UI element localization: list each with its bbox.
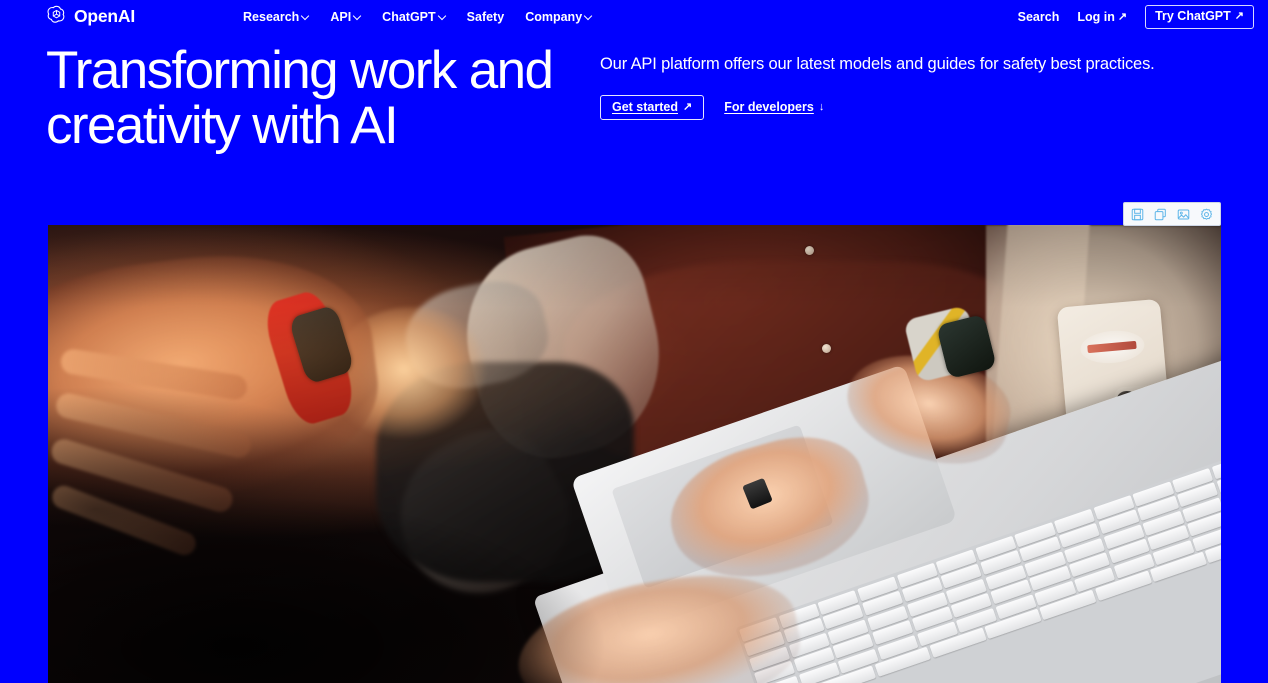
brand-logo-link[interactable]: OpenAI xyxy=(46,4,135,30)
settings-icon-button[interactable] xyxy=(1195,204,1218,224)
image-icon xyxy=(1177,208,1190,221)
hero-title-line-2: creativity with AI xyxy=(46,95,399,155)
hero-image xyxy=(48,225,1221,683)
get-started-button[interactable]: Get started ↗ xyxy=(600,94,705,121)
hero-title-line-1: Transforming work and xyxy=(46,41,554,100)
save-icon xyxy=(1131,208,1144,221)
nav-item-label: ChatGPT xyxy=(382,9,436,24)
page-title: Transforming work and creativity with AI xyxy=(46,41,600,155)
primary-nav-links: Research API ChatGPT Safety Company xyxy=(243,11,592,24)
nav-item-research[interactable]: Research xyxy=(243,11,309,24)
arrow-up-right-icon: ↗ xyxy=(1234,10,1244,22)
nav-item-label: Company xyxy=(525,9,583,24)
chevron-down-icon xyxy=(302,13,309,20)
for-developers-label: For developers xyxy=(724,100,814,115)
image-toolbar xyxy=(1123,202,1221,226)
hero-subtitle: Our API platform offers our latest model… xyxy=(600,55,1155,73)
brand-name: OpenAI xyxy=(74,6,136,27)
main-navigation: OpenAI Research API ChatGPT Safety Compa… xyxy=(0,0,1268,34)
arrow-up-right-icon: ↗ xyxy=(683,100,693,113)
utility-nav: Search Log in ↗ Try ChatGPT ↗ xyxy=(1018,5,1254,29)
get-started-label: Get started xyxy=(612,99,678,114)
chevron-down-icon xyxy=(585,13,592,20)
search-label: Search xyxy=(1017,9,1060,24)
hero-copy-block: Our API platform offers our latest model… xyxy=(600,44,1200,204)
nav-item-company[interactable]: Company xyxy=(525,11,592,24)
chevron-down-icon xyxy=(354,13,361,20)
hero-heading-block: Transforming work and creativity with AI xyxy=(0,41,600,204)
login-label: Log in xyxy=(1077,9,1115,24)
nav-item-label: Safety xyxy=(466,9,505,24)
copy-icon-button[interactable] xyxy=(1149,204,1172,224)
hero-actions: Get started ↗ For developers ↓ xyxy=(600,94,1200,121)
nav-item-safety[interactable]: Safety xyxy=(467,11,505,24)
nav-item-label: API xyxy=(330,9,352,24)
settings-gear-icon xyxy=(1200,208,1213,221)
photo-shirt-button xyxy=(804,246,814,256)
openai-homepage: OpenAI Research API ChatGPT Safety Compa… xyxy=(0,0,1268,683)
login-link[interactable]: Log in ↗ xyxy=(1077,11,1127,24)
search-link[interactable]: Search xyxy=(1018,11,1060,24)
arrow-up-right-icon: ↗ xyxy=(1117,10,1128,23)
image-icon-button[interactable] xyxy=(1172,204,1195,224)
nav-item-chatgpt[interactable]: ChatGPT xyxy=(382,11,445,24)
hero-photo xyxy=(48,225,1221,683)
nav-item-label: Research xyxy=(243,9,300,24)
nav-item-api[interactable]: API xyxy=(330,11,361,24)
openai-blossom-logo-icon xyxy=(46,4,67,30)
for-developers-link[interactable]: For developers ↓ xyxy=(724,101,824,114)
try-chatgpt-button[interactable]: Try ChatGPT ↗ xyxy=(1145,5,1254,29)
chevron-down-icon xyxy=(439,13,446,20)
copy-icon xyxy=(1154,208,1167,221)
try-chatgpt-label: Try ChatGPT xyxy=(1155,9,1231,24)
hero-section: Transforming work and creativity with AI… xyxy=(0,41,1268,204)
photo-phone-sticker xyxy=(1078,328,1145,366)
arrow-down-icon: ↓ xyxy=(818,101,825,114)
save-icon-button[interactable] xyxy=(1126,204,1149,224)
